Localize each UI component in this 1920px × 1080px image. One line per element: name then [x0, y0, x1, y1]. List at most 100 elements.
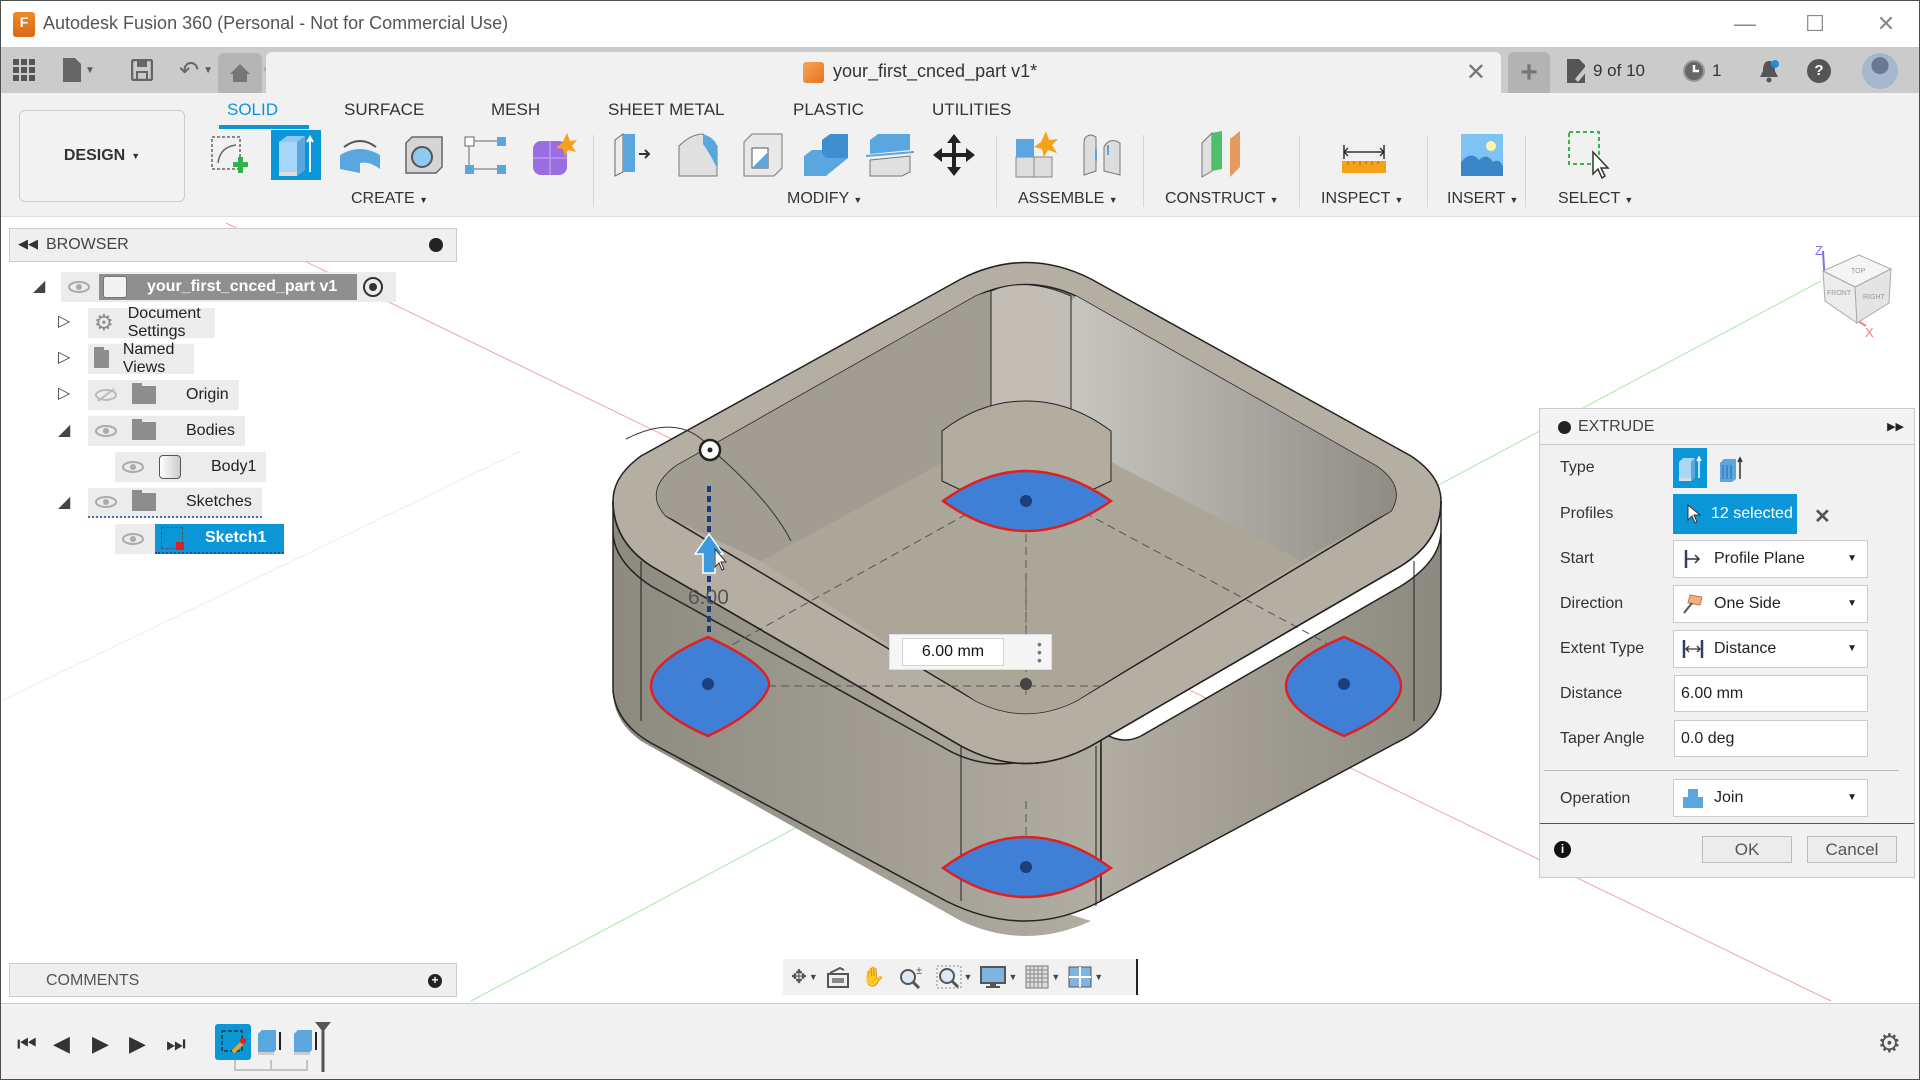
taper-angle-input[interactable]: 0.0 deg	[1674, 720, 1868, 757]
tab-utilities[interactable]: UTILITIES	[932, 100, 1011, 120]
tab-surface[interactable]: SURFACE	[344, 100, 424, 120]
data-panel-grid-icon[interactable]	[13, 55, 35, 85]
ok-button[interactable]: OK	[1702, 836, 1792, 863]
extrude-tool[interactable]	[271, 130, 321, 180]
zoom-button[interactable]: ±	[898, 962, 924, 992]
hole-tool[interactable]	[399, 130, 449, 180]
visibility-eye-icon[interactable]	[67, 280, 91, 294]
expand-toggle-icon[interactable]: ◢	[33, 276, 45, 296]
inspect-menu[interactable]: INSPECT ▼	[1321, 190, 1403, 208]
timeline-last-button[interactable]: ⏭	[166, 1031, 186, 1057]
direction-select[interactable]: One Side ▼	[1673, 585, 1868, 623]
extrude-dialog-header[interactable]: EXTRUDE ▶▶	[1540, 409, 1914, 445]
timeline-settings-gear-icon[interactable]: ⚙	[1878, 1028, 1901, 1059]
home-button[interactable]	[218, 53, 262, 93]
timeline-next-button[interactable]: ▶	[129, 1031, 146, 1057]
distance-manipulator-input[interactable]: 6.00 mm	[902, 638, 1004, 666]
expand-toggle-icon[interactable]: ◢	[58, 420, 70, 440]
visibility-eye-icon[interactable]	[121, 460, 145, 474]
extent-type-select[interactable]: Distance ▼	[1673, 630, 1868, 668]
minimize-button[interactable]: —	[1725, 9, 1765, 39]
move-copy-tool[interactable]	[929, 130, 979, 180]
start-select[interactable]: Profile Plane ▼	[1673, 540, 1868, 578]
expand-toggle-icon[interactable]: ◢	[58, 492, 70, 512]
distance-input[interactable]: 6.00 mm	[1674, 675, 1868, 712]
construct-menu[interactable]: CONSTRUCT ▼	[1165, 190, 1279, 208]
timeline-play-button[interactable]: ▶	[92, 1031, 109, 1057]
tab-sheet-metal[interactable]: SHEET METAL	[608, 100, 725, 120]
visibility-eye-icon[interactable]	[94, 424, 118, 438]
file-menu-button[interactable]: ▼	[63, 55, 95, 85]
minimize-panel-icon[interactable]	[429, 238, 443, 252]
activate-component-radio[interactable]	[363, 277, 383, 297]
cancel-button[interactable]: Cancel	[1807, 836, 1897, 863]
select-tool[interactable]	[1567, 130, 1617, 180]
press-pull-tool[interactable]	[609, 130, 659, 180]
collapse-dialog-icon[interactable]	[1558, 421, 1571, 434]
create-sketch-tool[interactable]	[205, 130, 255, 180]
expand-toggle-icon[interactable]: ▷	[58, 311, 70, 331]
collapse-browser-icon[interactable]: ◀◀	[18, 236, 38, 252]
pan-button[interactable]: ✋	[862, 962, 886, 992]
pattern-tool[interactable]	[461, 130, 511, 180]
help-button[interactable]: ?	[1807, 59, 1831, 83]
measure-tool[interactable]	[1339, 130, 1389, 180]
more-options-icon[interactable]: • • •	[1037, 637, 1042, 667]
document-tab[interactable]: your_first_cnced_part v1* ✕	[266, 52, 1501, 93]
timeline-first-button[interactable]: ⏮	[17, 1031, 37, 1057]
tab-plastic[interactable]: PLASTIC	[793, 100, 864, 120]
visibility-eye-icon[interactable]	[121, 532, 145, 546]
joint-tool[interactable]	[1077, 130, 1127, 180]
visibility-eye-icon[interactable]	[94, 495, 118, 509]
undo-button[interactable]: ↶ ▼	[179, 55, 213, 85]
save-icon[interactable]	[131, 55, 153, 85]
fillet-tool[interactable]	[673, 130, 723, 180]
split-body-tool[interactable]	[865, 130, 915, 180]
tab-mesh[interactable]: MESH	[491, 100, 540, 120]
new-tab-button[interactable]: +	[1508, 52, 1550, 93]
close-tab-icon[interactable]: ✕	[1466, 58, 1486, 87]
user-avatar[interactable]	[1862, 53, 1898, 89]
viewports-button[interactable]: ▼	[1068, 962, 1107, 992]
tab-solid[interactable]: SOLID	[227, 100, 278, 120]
display-settings-button[interactable]: ▼	[980, 962, 1021, 992]
notifications-button[interactable]	[1757, 59, 1781, 88]
hidden-eye-icon[interactable]	[94, 388, 118, 402]
timeline-previous-button[interactable]: ◀	[53, 1031, 70, 1057]
timeline-sketch-feature[interactable]	[215, 1024, 251, 1060]
create-menu[interactable]: CREATE ▼	[351, 190, 428, 208]
insert-menu[interactable]: INSERT ▼	[1447, 190, 1518, 208]
grid-settings-button[interactable]: ▼	[1025, 962, 1064, 992]
viewcube[interactable]: Z X TOP FRONT RIGHT	[1815, 243, 1893, 340]
offset-plane-tool[interactable]	[1197, 130, 1247, 180]
revolve-tool[interactable]	[335, 130, 385, 180]
recovery-clock-button[interactable]: 1	[1682, 59, 1721, 83]
look-at-button[interactable]	[826, 962, 850, 992]
modify-menu[interactable]: MODIFY ▼	[787, 190, 862, 208]
add-comment-icon[interactable]: +	[428, 974, 442, 988]
fit-button[interactable]: ▼	[936, 962, 977, 992]
expand-dialog-icon[interactable]: ▶▶	[1887, 420, 1904, 433]
browser-panel-header[interactable]: ◀◀ BROWSER	[9, 228, 457, 262]
expand-toggle-icon[interactable]: ▷	[58, 383, 70, 403]
orbit-button[interactable]: ✥ ▼	[791, 962, 822, 992]
insert-canvas-tool[interactable]	[1457, 130, 1507, 180]
expand-toggle-icon[interactable]: ▷	[58, 347, 70, 367]
close-window-button[interactable]: ✕	[1866, 9, 1906, 39]
shell-tool[interactable]	[738, 130, 788, 180]
comments-panel[interactable]: COMMENTS +	[9, 963, 457, 997]
operation-select[interactable]: Join ▼	[1673, 779, 1868, 817]
maximize-button[interactable]: ☐	[1795, 9, 1835, 39]
workspace-switcher[interactable]: DESIGN ▼	[19, 110, 185, 202]
job-status-button[interactable]: 9 of 10	[1567, 59, 1645, 83]
select-menu[interactable]: SELECT ▼	[1558, 190, 1633, 208]
timeline-marker[interactable]	[313, 1022, 333, 1072]
create-form-tool[interactable]	[528, 130, 578, 180]
type-thin-extrude-button[interactable]	[1715, 452, 1747, 486]
combine-tool[interactable]	[801, 130, 851, 180]
type-solid-extrude-button[interactable]	[1673, 448, 1707, 488]
profiles-selection-button[interactable]: 12 selected	[1673, 494, 1797, 534]
assemble-menu[interactable]: ASSEMBLE ▼	[1018, 190, 1118, 208]
clear-selection-icon[interactable]: ✕	[1814, 504, 1831, 529]
new-component-tool[interactable]	[1011, 130, 1061, 180]
